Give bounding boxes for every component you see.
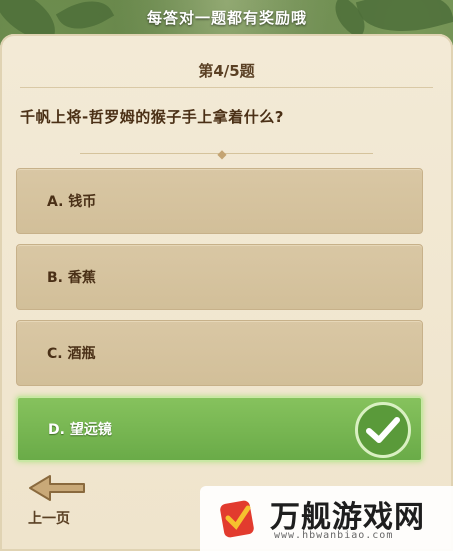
site-watermark: 万舰游戏网 www.hbwanbiao.com (200, 486, 453, 551)
option-c[interactable]: C. 酒瓶 (16, 320, 423, 386)
arrow-left-icon[interactable] (28, 474, 86, 502)
option-b-label: B. 香蕉 (47, 270, 96, 286)
reward-banner: 每答对一题都有奖励哦 (146, 8, 307, 27)
header-divider (20, 87, 433, 88)
option-a[interactable]: A. 钱币 (16, 168, 423, 234)
option-a-label: A. 钱币 (47, 194, 97, 210)
question-number: 第4/5题 (198, 62, 255, 80)
ornament-icon: ◆ (217, 147, 227, 161)
option-d[interactable]: D. 望远镜 (16, 396, 423, 462)
checkmark-icon (355, 402, 411, 458)
watermark-logo (220, 500, 254, 538)
question-text: 千帆上将-哲罗姆的猴子手上拿着什么? (20, 108, 284, 126)
option-b[interactable]: B. 香蕉 (16, 244, 423, 310)
watermark-url: www.hbwanbiao.com (274, 530, 394, 541)
option-c-label: C. 酒瓶 (47, 346, 96, 362)
option-d-label: D. 望远镜 (48, 422, 112, 438)
prev-page-button[interactable]: 上一页 (28, 508, 70, 528)
